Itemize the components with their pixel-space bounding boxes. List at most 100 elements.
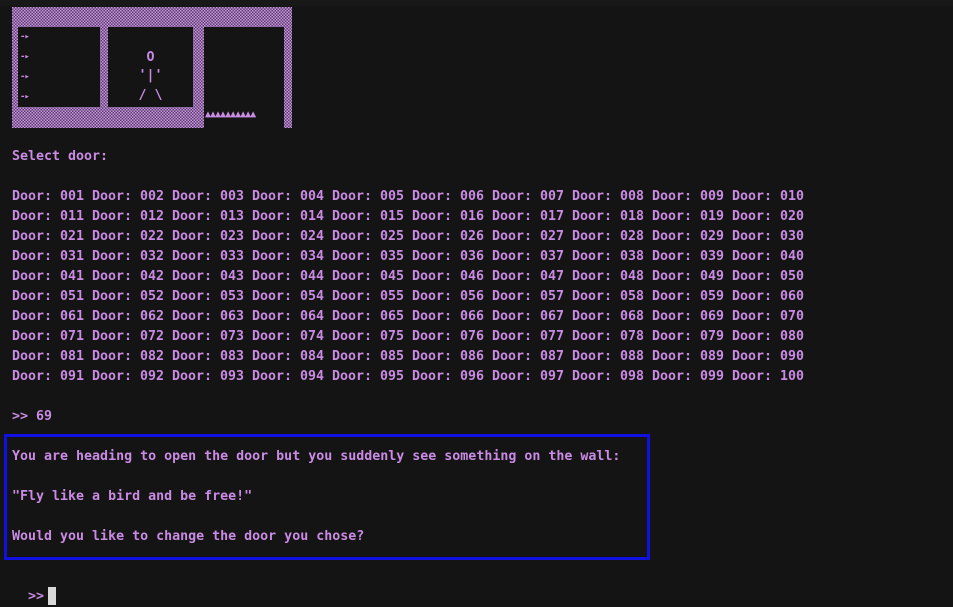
door-option[interactable]: Door: 075	[332, 327, 412, 347]
door-option[interactable]: Door: 063	[172, 307, 252, 327]
door-option[interactable]: Door: 024	[252, 227, 332, 247]
door-option[interactable]: Door: 095	[332, 367, 412, 387]
door-option[interactable]: Door: 085	[332, 347, 412, 367]
door-option[interactable]: Door: 084	[252, 347, 332, 367]
door-option[interactable]: Door: 068	[572, 307, 652, 327]
door-option[interactable]: Door: 011	[12, 207, 92, 227]
door-option[interactable]: Door: 086	[412, 347, 492, 367]
door-option[interactable]: Door: 025	[332, 227, 412, 247]
door-option[interactable]: Door: 033	[172, 247, 252, 267]
door-option[interactable]: Door: 070	[732, 307, 812, 327]
door-option[interactable]: Door: 010	[732, 187, 812, 207]
door-option[interactable]: Door: 076	[412, 327, 492, 347]
door-option[interactable]: Door: 052	[92, 287, 172, 307]
door-option[interactable]: Door: 047	[492, 267, 572, 287]
input-line[interactable]: >>	[12, 567, 57, 607]
door-option[interactable]: Door: 035	[332, 247, 412, 267]
door-option[interactable]: Door: 066	[412, 307, 492, 327]
door-option[interactable]: Door: 012	[92, 207, 172, 227]
door-option[interactable]: Door: 006	[412, 187, 492, 207]
door-option[interactable]: Door: 059	[652, 287, 732, 307]
door-option[interactable]: Door: 017	[492, 207, 572, 227]
door-option[interactable]: Door: 050	[732, 267, 812, 287]
door-option[interactable]: Door: 048	[572, 267, 652, 287]
door-option[interactable]: Door: 089	[652, 347, 732, 367]
door-option[interactable]: Door: 081	[12, 347, 92, 367]
door-option[interactable]: Door: 092	[92, 367, 172, 387]
door-option[interactable]: Door: 027	[492, 227, 572, 247]
door-option[interactable]: Door: 045	[332, 267, 412, 287]
door-option[interactable]: Door: 061	[12, 307, 92, 327]
door-option[interactable]: Door: 034	[252, 247, 332, 267]
door-option[interactable]: Door: 087	[492, 347, 572, 367]
door-option[interactable]: Door: 093	[172, 367, 252, 387]
door-option[interactable]: Door: 041	[12, 267, 92, 287]
door-option[interactable]: Door: 021	[12, 227, 92, 247]
door-option[interactable]: Door: 022	[92, 227, 172, 247]
door-option[interactable]: Door: 015	[332, 207, 412, 227]
door-option[interactable]: Door: 018	[572, 207, 652, 227]
door-option[interactable]: Door: 036	[412, 247, 492, 267]
door-option[interactable]: Door: 008	[572, 187, 652, 207]
door-option[interactable]: Door: 001	[12, 187, 92, 207]
door-option[interactable]: Door: 020	[732, 207, 812, 227]
door-option[interactable]: Door: 072	[92, 327, 172, 347]
door-option[interactable]: Door: 079	[652, 327, 732, 347]
text-cursor[interactable]	[48, 587, 57, 605]
door-option[interactable]: Door: 064	[252, 307, 332, 327]
door-option[interactable]: Door: 099	[652, 367, 732, 387]
door-option[interactable]: Door: 005	[332, 187, 412, 207]
door-option[interactable]: Door: 004	[252, 187, 332, 207]
door-option[interactable]: Door: 003	[172, 187, 252, 207]
door-option[interactable]: Door: 037	[492, 247, 572, 267]
door-option[interactable]: Door: 029	[652, 227, 732, 247]
door-option[interactable]: Door: 077	[492, 327, 572, 347]
door-option[interactable]: Door: 040	[732, 247, 812, 267]
door-option[interactable]: Door: 073	[172, 327, 252, 347]
door-option[interactable]: Door: 028	[572, 227, 652, 247]
door-option[interactable]: Door: 057	[492, 287, 572, 307]
door-option[interactable]: Door: 091	[12, 367, 92, 387]
door-option[interactable]: Door: 019	[652, 207, 732, 227]
door-option[interactable]: Door: 090	[732, 347, 812, 367]
door-option[interactable]: Door: 051	[12, 287, 92, 307]
door-option[interactable]: Door: 080	[732, 327, 812, 347]
door-option[interactable]: Door: 058	[572, 287, 652, 307]
door-option[interactable]: Door: 055	[332, 287, 412, 307]
door-option[interactable]: Door: 065	[332, 307, 412, 327]
door-option[interactable]: Door: 071	[12, 327, 92, 347]
door-option[interactable]: Door: 044	[252, 267, 332, 287]
door-option[interactable]: Door: 002	[92, 187, 172, 207]
door-option[interactable]: Door: 056	[412, 287, 492, 307]
door-option[interactable]: Door: 069	[652, 307, 732, 327]
door-option[interactable]: Door: 026	[412, 227, 492, 247]
door-option[interactable]: Door: 100	[732, 367, 812, 387]
door-option[interactable]: Door: 030	[732, 227, 812, 247]
door-option[interactable]: Door: 088	[572, 347, 652, 367]
door-option[interactable]: Door: 094	[252, 367, 332, 387]
door-option[interactable]: Door: 060	[732, 287, 812, 307]
door-option[interactable]: Door: 083	[172, 347, 252, 367]
door-option[interactable]: Door: 042	[92, 267, 172, 287]
door-option[interactable]: Door: 062	[92, 307, 172, 327]
door-option[interactable]: Door: 097	[492, 367, 572, 387]
door-option[interactable]: Door: 078	[572, 327, 652, 347]
door-option[interactable]: Door: 007	[492, 187, 572, 207]
door-option[interactable]: Door: 053	[172, 287, 252, 307]
door-option[interactable]: Door: 016	[412, 207, 492, 227]
door-option[interactable]: Door: 074	[252, 327, 332, 347]
door-option[interactable]: Door: 067	[492, 307, 572, 327]
door-option[interactable]: Door: 014	[252, 207, 332, 227]
door-option[interactable]: Door: 082	[92, 347, 172, 367]
door-option[interactable]: Door: 031	[12, 247, 92, 267]
door-option[interactable]: Door: 043	[172, 267, 252, 287]
door-option[interactable]: Door: 096	[412, 367, 492, 387]
door-option[interactable]: Door: 039	[652, 247, 732, 267]
door-option[interactable]: Door: 049	[652, 267, 732, 287]
door-option[interactable]: Door: 009	[652, 187, 732, 207]
door-option[interactable]: Door: 032	[92, 247, 172, 267]
door-option[interactable]: Door: 023	[172, 227, 252, 247]
door-option[interactable]: Door: 038	[572, 247, 652, 267]
door-option[interactable]: Door: 046	[412, 267, 492, 287]
door-option[interactable]: Door: 098	[572, 367, 652, 387]
